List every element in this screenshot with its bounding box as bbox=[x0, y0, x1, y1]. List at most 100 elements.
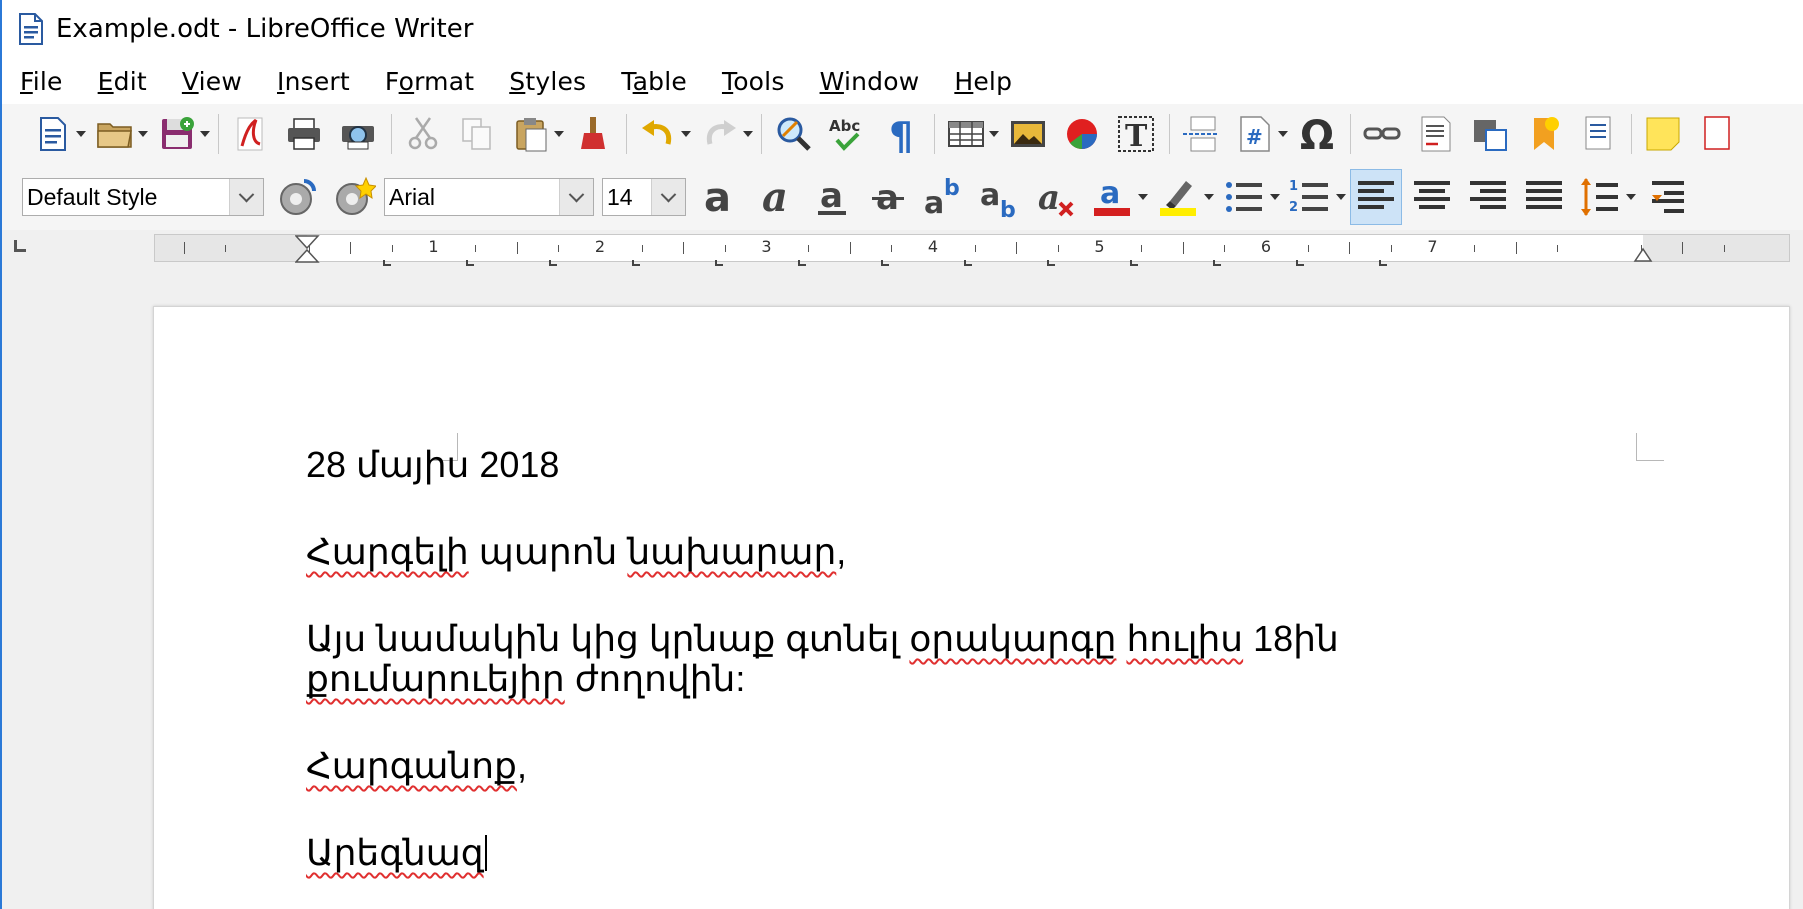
paragraph-style-combo[interactable]: Default Style bbox=[22, 178, 264, 216]
ordered-list-button[interactable]: 12 bbox=[1284, 169, 1336, 225]
tab-stop-selector[interactable] bbox=[14, 240, 26, 252]
insert-table-dropdown[interactable] bbox=[989, 111, 999, 157]
save-dropdown[interactable] bbox=[200, 111, 210, 157]
subscript-button[interactable]: ab bbox=[974, 169, 1026, 225]
superscript-button[interactable]: ab bbox=[918, 169, 970, 225]
insert-field-dropdown[interactable] bbox=[1278, 111, 1288, 157]
font-name-value[interactable]: Arial bbox=[385, 184, 559, 211]
menu-window[interactable]: Window bbox=[820, 67, 920, 96]
insert-image-button[interactable] bbox=[1005, 111, 1051, 157]
clear-formatting-button[interactable]: a bbox=[1030, 169, 1082, 225]
text-run: ժողովին: bbox=[564, 658, 746, 699]
paragraph-style-value[interactable]: Default Style bbox=[23, 184, 229, 211]
update-style-button[interactable] bbox=[272, 169, 324, 225]
insert-comment-button[interactable] bbox=[1467, 111, 1513, 157]
paragraph-spacing-button[interactable] bbox=[1640, 169, 1692, 225]
menu-edit[interactable]: Edit bbox=[98, 67, 147, 96]
insert-cross-reference-button[interactable] bbox=[1575, 111, 1621, 157]
bold-icon: a bbox=[704, 175, 731, 219]
unordered-list-dropdown[interactable] bbox=[1270, 169, 1280, 225]
paste-button[interactable] bbox=[508, 111, 554, 157]
font-name-dropdown-icon[interactable] bbox=[559, 179, 593, 215]
insert-chart-button[interactable] bbox=[1059, 111, 1105, 157]
right-indent-marker-icon[interactable] bbox=[1633, 239, 1653, 263]
align-right-button[interactable] bbox=[1462, 169, 1514, 225]
undo-dropdown[interactable] bbox=[681, 111, 691, 157]
font-name-combo[interactable]: Arial bbox=[384, 178, 594, 216]
menu-insert[interactable]: Insert bbox=[277, 67, 350, 96]
redo-dropdown[interactable] bbox=[743, 111, 753, 157]
insert-table-button[interactable] bbox=[943, 111, 989, 157]
underline-button[interactable]: a bbox=[806, 169, 858, 225]
save-button[interactable] bbox=[154, 111, 200, 157]
ruler-tick bbox=[350, 242, 352, 254]
copy-button[interactable] bbox=[454, 111, 500, 157]
align-left-button[interactable] bbox=[1350, 169, 1402, 225]
font-color-dropdown[interactable] bbox=[1138, 169, 1148, 225]
paragraph[interactable]: 28 մայիս 2018 bbox=[306, 445, 1556, 485]
new-document-dropdown[interactable] bbox=[76, 111, 86, 157]
paragraph[interactable]: Հարգելի պարոն նախարար, bbox=[306, 532, 1556, 572]
menu-file[interactable]: File bbox=[20, 67, 63, 96]
redo-button[interactable] bbox=[697, 111, 743, 157]
insert-footnote-button[interactable] bbox=[1413, 111, 1459, 157]
menu-help[interactable]: Help bbox=[954, 67, 1012, 96]
menu-tools[interactable]: Tools bbox=[722, 67, 785, 96]
new-document-button[interactable] bbox=[30, 111, 76, 157]
cut-button[interactable] bbox=[400, 111, 446, 157]
insert-textbox-button[interactable]: T bbox=[1113, 111, 1159, 157]
formatting-marks-button[interactable]: ¶ bbox=[878, 111, 924, 157]
clone-formatting-button[interactable] bbox=[570, 111, 616, 157]
menu-view[interactable]: View bbox=[182, 67, 242, 96]
paragraph[interactable]: Այս նամակին կից կրնաք գտնել օրակարգը հու… bbox=[306, 619, 1556, 699]
insert-special-character-button[interactable]: Ω bbox=[1294, 111, 1340, 157]
insert-field-button[interactable]: # bbox=[1232, 111, 1278, 157]
text-run bbox=[1116, 618, 1126, 659]
insert-page-break-button[interactable] bbox=[1178, 111, 1224, 157]
font-size-value[interactable]: 14 bbox=[603, 184, 651, 211]
horizontal-ruler[interactable]: 1 2 3 4 5 6 7 bbox=[154, 234, 1790, 266]
new-style-button[interactable] bbox=[328, 169, 380, 225]
font-size-dropdown-icon[interactable] bbox=[651, 179, 685, 215]
highlight-color-dropdown[interactable] bbox=[1204, 169, 1214, 225]
line-spacing-dropdown[interactable] bbox=[1626, 169, 1636, 225]
line-spacing-button[interactable] bbox=[1574, 169, 1626, 225]
undo-button[interactable] bbox=[635, 111, 681, 157]
unordered-list-button[interactable] bbox=[1218, 169, 1270, 225]
insert-note-button[interactable] bbox=[1640, 111, 1686, 157]
paragraph[interactable]: Արեգնազ bbox=[306, 833, 1556, 873]
indent-marker-icon[interactable] bbox=[295, 235, 321, 263]
paragraph[interactable]: Հարգանոք, bbox=[306, 746, 1556, 786]
highlighter-icon bbox=[1160, 181, 1196, 216]
export-pdf-button[interactable] bbox=[227, 111, 273, 157]
print-preview-button[interactable] bbox=[335, 111, 381, 157]
menu-table[interactable]: Table bbox=[621, 67, 687, 96]
insert-hyperlink-button[interactable] bbox=[1359, 111, 1405, 157]
insert-bookmark-button[interactable] bbox=[1521, 111, 1567, 157]
ruler-tab-stop bbox=[383, 260, 391, 266]
numbered-list-icon: 12 bbox=[1289, 179, 1328, 215]
ruler-number: 6 bbox=[1260, 237, 1272, 256]
italic-button[interactable]: a bbox=[750, 169, 802, 225]
ruler-tab-stop bbox=[1130, 260, 1138, 266]
font-color-button[interactable]: a bbox=[1086, 169, 1138, 225]
open-dropdown[interactable] bbox=[138, 111, 148, 157]
menu-format[interactable]: Format bbox=[385, 67, 474, 96]
spelling-button[interactable]: Abc bbox=[824, 111, 870, 157]
paragraph-style-dropdown-icon[interactable] bbox=[229, 179, 263, 215]
menu-styles[interactable]: Styles bbox=[509, 67, 586, 96]
justify-button[interactable] bbox=[1518, 169, 1570, 225]
highlight-color-button[interactable] bbox=[1152, 169, 1204, 225]
paste-dropdown[interactable] bbox=[554, 111, 564, 157]
bold-button[interactable]: a bbox=[694, 169, 746, 225]
align-center-button[interactable] bbox=[1406, 169, 1458, 225]
find-replace-button[interactable] bbox=[770, 111, 816, 157]
track-changes-button[interactable] bbox=[1694, 111, 1740, 157]
strikethrough-button[interactable]: a bbox=[862, 169, 914, 225]
open-button[interactable] bbox=[92, 111, 138, 157]
font-size-combo[interactable]: 14 bbox=[602, 178, 686, 216]
document-text-body[interactable]: 28 մայիս 2018 Հարգելի պարոն նախարար, Այս ն… bbox=[306, 445, 1556, 909]
document-page[interactable]: 28 մայիս 2018 Հարգելի պարոն նախարար, Այս ն… bbox=[153, 306, 1790, 909]
print-button[interactable] bbox=[281, 111, 327, 157]
ordered-list-dropdown[interactable] bbox=[1336, 169, 1346, 225]
